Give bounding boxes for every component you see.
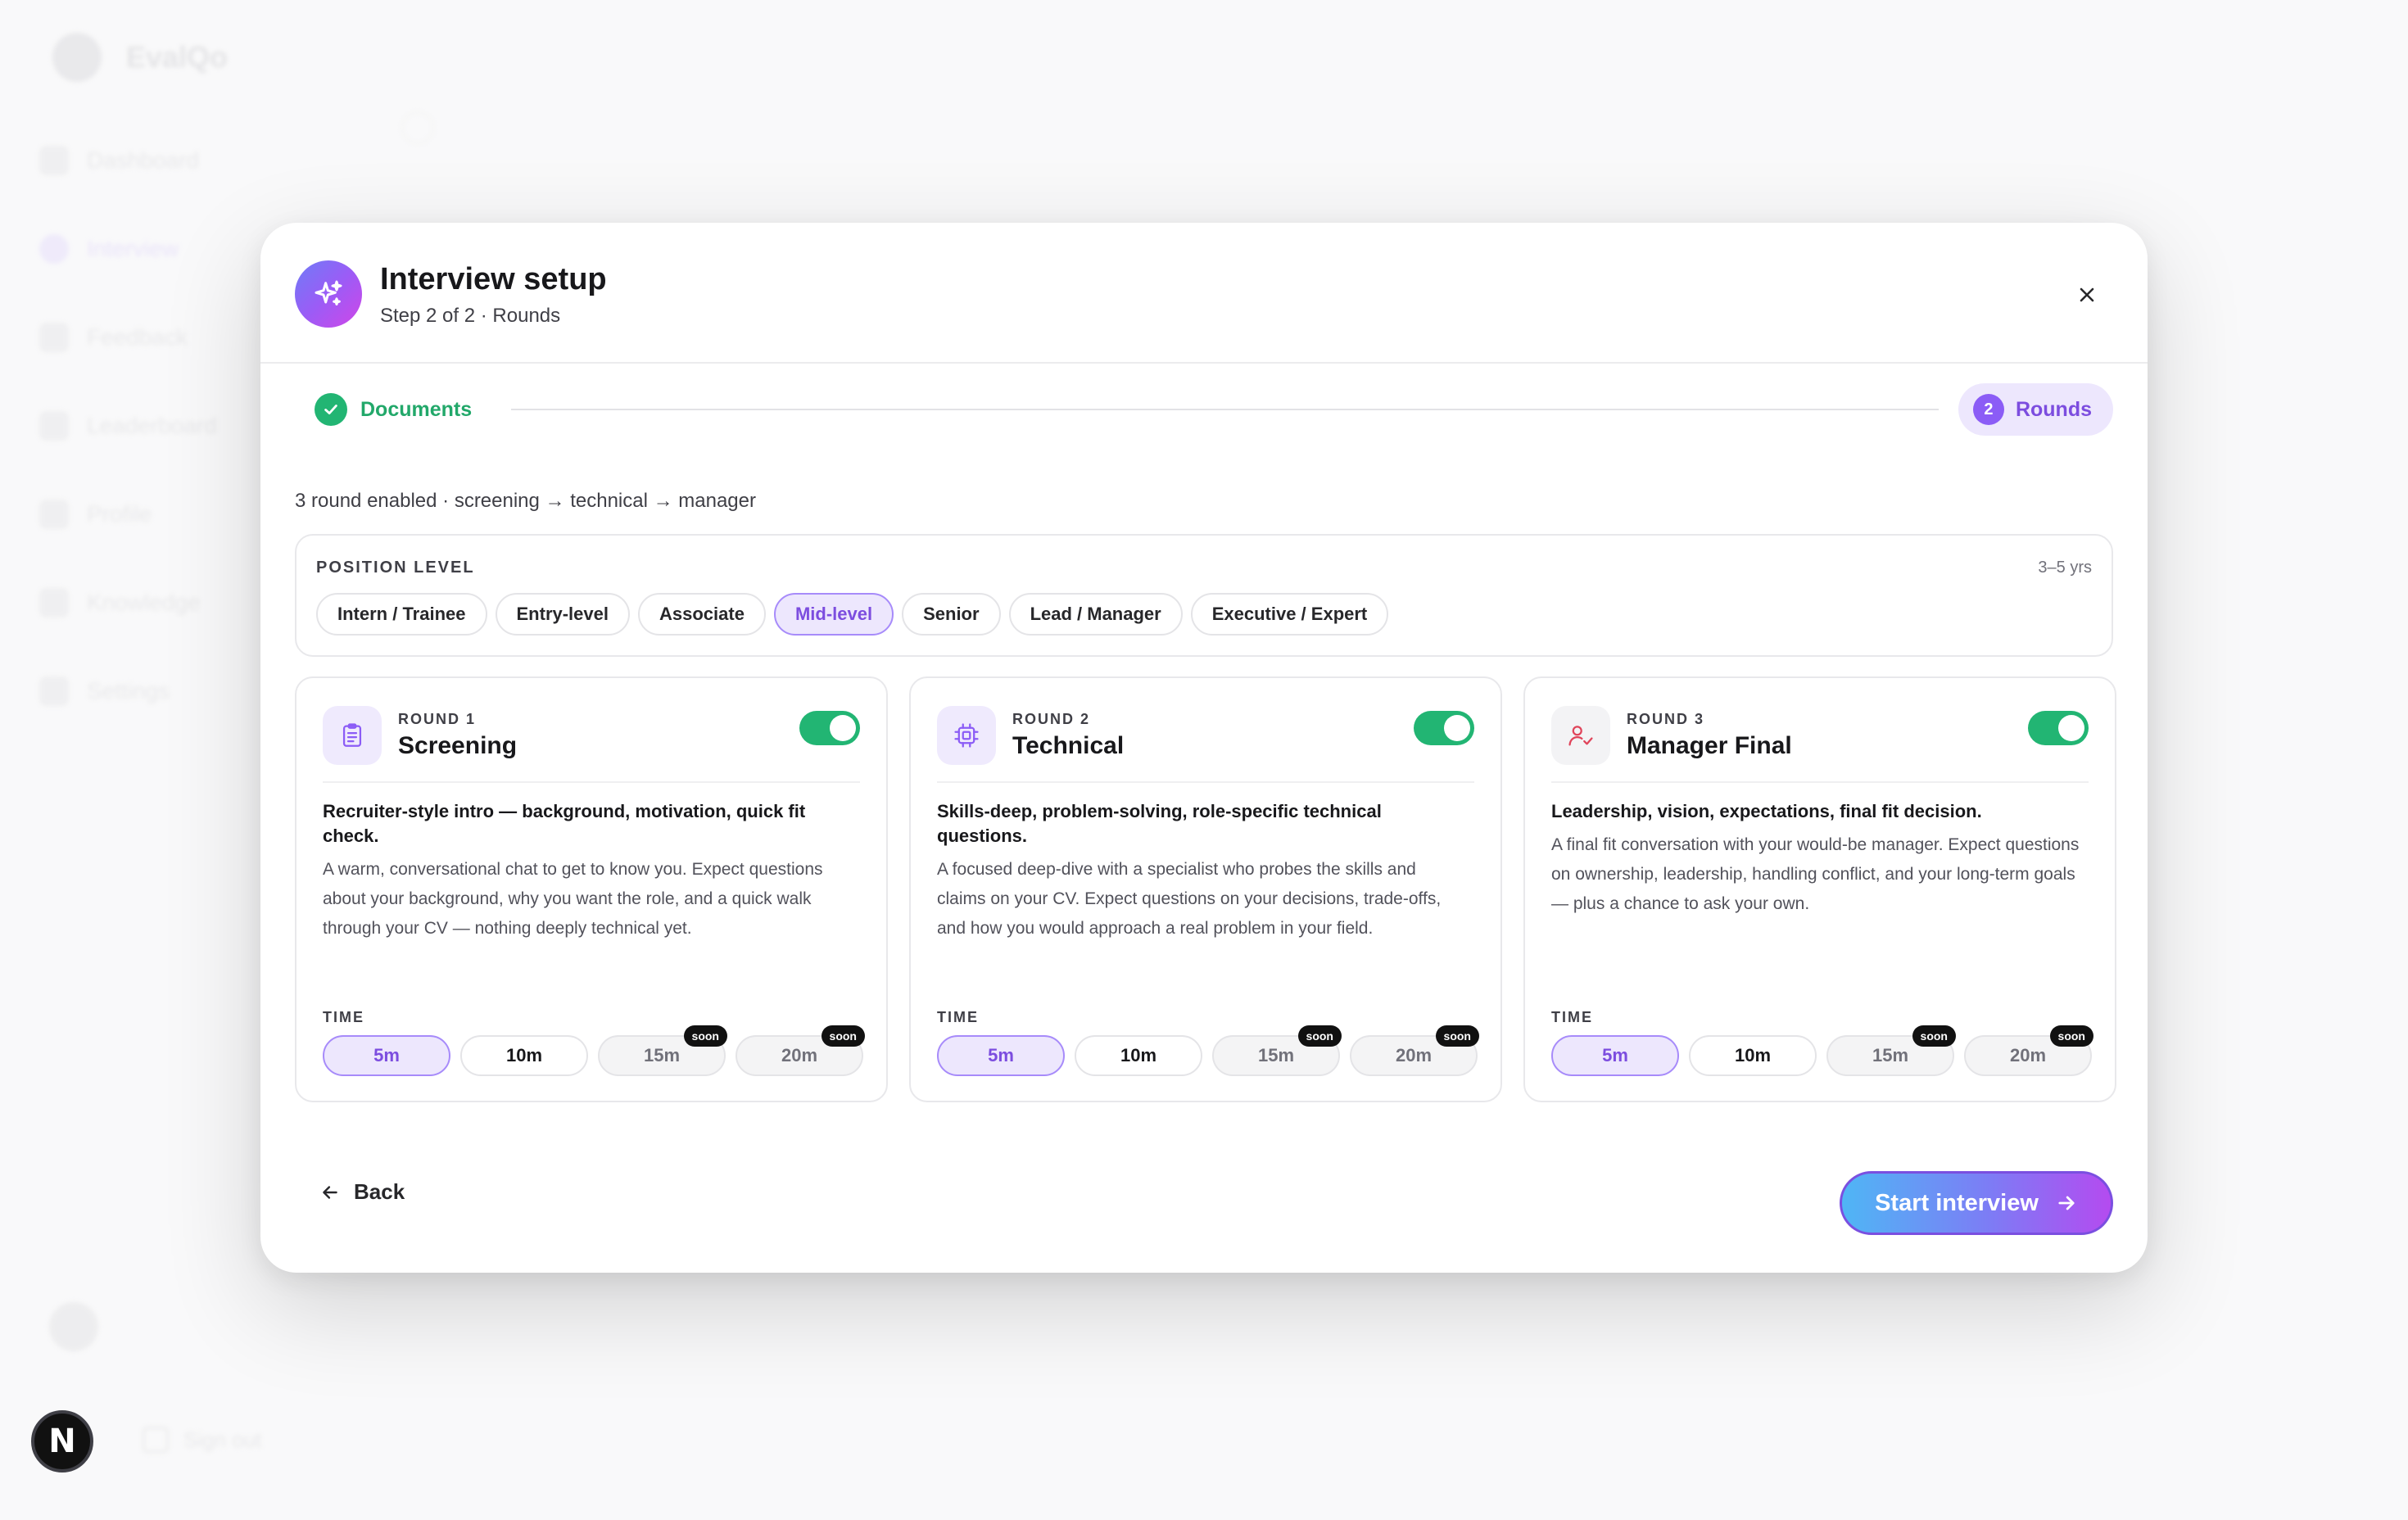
modal-title: Interview setup — [380, 262, 607, 296]
round-tag: ROUND 1 — [398, 711, 477, 727]
clipboard-icon — [323, 706, 382, 765]
user-check-icon — [1551, 706, 1610, 765]
round-name: Technical — [1012, 732, 1125, 759]
round-toggle[interactable] — [1414, 711, 1474, 745]
back-button[interactable]: Back — [319, 1179, 405, 1205]
time-label: TIME — [1551, 1009, 1593, 1025]
modal-subtitle: Step 2 of 2 · Rounds — [380, 305, 561, 327]
soon-badge: soon — [2049, 1025, 2093, 1047]
time-option-5m[interactable]: 5m — [937, 1035, 1065, 1076]
start-interview-label: Start interview — [1875, 1189, 2039, 1216]
time-options: 5m 10m 15m soon 20m soon — [323, 1025, 865, 1076]
step-documents-label: Documents — [360, 397, 473, 421]
time-option-10m[interactable]: 10m — [1689, 1035, 1817, 1076]
level-chip-mid[interactable]: Mid-level — [773, 593, 894, 636]
time-label: TIME — [323, 1009, 364, 1025]
stepper-connector — [511, 409, 1939, 410]
step-documents[interactable]: Documents — [315, 393, 472, 426]
level-chip-senior[interactable]: Senior — [902, 593, 1001, 636]
time-option-10m[interactable]: 10m — [460, 1035, 588, 1076]
close-button[interactable] — [2064, 272, 2110, 318]
position-level-options: Intern / Trainee Entry-level Associate M… — [316, 593, 1389, 636]
round-tag: ROUND 3 — [1627, 711, 1705, 727]
sparkles-icon — [295, 260, 362, 328]
time-option-20m: 20m soon — [1350, 1025, 1479, 1076]
round-toggle[interactable] — [799, 711, 860, 745]
position-level-card: POSITION LEVEL 3–5 yrs Intern / Trainee … — [295, 534, 2113, 657]
soon-badge: soon — [1912, 1025, 1956, 1047]
round-headline: Skills-deep, problem-solving, role-speci… — [937, 801, 1382, 846]
time-options: 5m 10m 15m soon 20m soon — [937, 1025, 1479, 1076]
back-label: Back — [354, 1179, 405, 1204]
position-level-years: 3–5 yrs — [2038, 559, 2092, 577]
time-option-20m: 20m soon — [1964, 1025, 2093, 1076]
soon-badge: soon — [1435, 1025, 1479, 1047]
stepper: Documents 2 Rounds — [315, 383, 2113, 436]
step-rounds-label: Rounds — [2015, 397, 2092, 421]
time-options: 5m 10m 15m soon 20m soon — [1551, 1025, 2093, 1076]
round-card-manager-final: ROUND 3 Manager Final Leadership, vision… — [1523, 676, 2116, 1102]
close-icon — [2080, 287, 2094, 302]
round-headline: Recruiter-style intro — background, moti… — [323, 801, 806, 846]
round-divider — [1551, 781, 2089, 783]
round-toggle[interactable] — [2028, 711, 2089, 745]
round-card-screening: ROUND 1 Screening Recruiter-style intro … — [295, 676, 888, 1102]
check-icon — [315, 393, 347, 426]
round-tag: ROUND 2 — [1012, 711, 1091, 727]
time-option-15m: 15m soon — [598, 1025, 727, 1076]
time-option-10m[interactable]: 10m — [1075, 1035, 1202, 1076]
round-description: A warm, conversational chat to get to kn… — [323, 860, 823, 938]
start-interview-button[interactable]: Start interview — [1840, 1171, 2113, 1235]
interview-setup-modal: Interview setup Step 2 of 2 · Rounds Doc… — [260, 223, 2148, 1273]
level-chip-executive[interactable]: Executive / Expert — [1190, 593, 1389, 636]
time-option-5m[interactable]: 5m — [323, 1035, 450, 1076]
soon-badge: soon — [821, 1025, 865, 1047]
step-number: 2 — [1972, 394, 2004, 425]
step-rounds[interactable]: 2 Rounds — [1958, 383, 2113, 436]
arrow-left-icon — [323, 1185, 337, 1199]
round-description: A focused deep-dive with a specialist wh… — [937, 860, 1442, 938]
time-option-15m: 15m soon — [1212, 1025, 1342, 1076]
soon-badge: soon — [683, 1025, 727, 1047]
level-chip-entry[interactable]: Entry-level — [495, 593, 630, 636]
time-option-5m[interactable]: 5m — [1551, 1035, 1679, 1076]
arrow-right-icon — [2058, 1196, 2075, 1210]
position-level-label: POSITION LEVEL — [316, 559, 475, 577]
cpu-chip-icon — [937, 706, 996, 765]
rounds-grid: ROUND 1 Screening Recruiter-style intro … — [295, 676, 2116, 1102]
round-headline: Leadership, vision, expectations, final … — [1551, 801, 1982, 821]
round-card-technical: ROUND 2 Technical Skills-deep, problem-s… — [909, 676, 1502, 1102]
level-chip-associate[interactable]: Associate — [638, 593, 766, 636]
round-name: Manager Final — [1627, 732, 1792, 759]
time-label: TIME — [937, 1009, 979, 1025]
modal-header: Interview setup Step 2 of 2 · Rounds — [260, 223, 2148, 364]
soon-badge: soon — [1297, 1025, 1342, 1047]
round-name: Screening — [398, 732, 518, 759]
level-chip-lead[interactable]: Lead / Manager — [1008, 593, 1183, 636]
rounds-summary: 3 round enabled · screening → technical … — [295, 490, 756, 512]
level-chip-intern[interactable]: Intern / Trainee — [316, 593, 487, 636]
round-description: A final fit conversation with your would… — [1551, 835, 2080, 913]
round-divider — [323, 781, 860, 783]
time-option-20m: 20m soon — [736, 1025, 865, 1076]
dev-tools-badge[interactable]: N — [31, 1410, 93, 1472]
round-divider — [937, 781, 1474, 783]
time-option-15m: 15m soon — [1826, 1025, 1956, 1076]
